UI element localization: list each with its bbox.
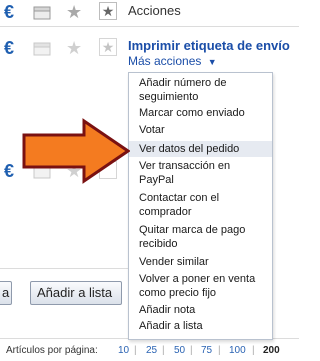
pager-separator: | bbox=[190, 345, 193, 356]
euro-icon[interactable]: € bbox=[4, 162, 14, 180]
svg-text:★: ★ bbox=[102, 4, 115, 20]
pager-option-10[interactable]: 10 bbox=[118, 345, 129, 356]
pager-separator: | bbox=[162, 345, 165, 356]
menu-item-add-tracking[interactable]: Añadir número de seguimiento bbox=[129, 77, 272, 105]
menu-item-text: recibido bbox=[139, 237, 178, 250]
folder-icon[interactable] bbox=[33, 4, 51, 20]
menu-item-text: Añadir nota bbox=[139, 304, 196, 316]
partial-left-button[interactable]: a bbox=[0, 281, 12, 305]
euro-icon[interactable]: € bbox=[4, 3, 14, 21]
menu-item-text: Quitar marca de pago bbox=[139, 224, 246, 236]
chevron-down-icon: ▼ bbox=[207, 57, 217, 67]
menu-item-text: PayPal bbox=[139, 173, 174, 186]
actions-label: Acciones bbox=[128, 3, 181, 18]
menu-item-text: Añadir número de bbox=[139, 77, 227, 89]
star-outline-icon[interactable]: ★ bbox=[66, 39, 82, 57]
menu-item-text: seguimiento bbox=[139, 90, 199, 103]
menu-item-text: Añadir a lista bbox=[139, 320, 203, 332]
menu-item-text: Ver datos del pedido bbox=[139, 143, 240, 155]
menu-item-text: Votar bbox=[139, 124, 165, 136]
more-actions-dropdown: Añadir número de seguimiento Marcar como… bbox=[128, 72, 273, 340]
print-label-link[interactable]: Imprimir etiqueta de envío bbox=[128, 38, 290, 53]
folder-icon[interactable] bbox=[33, 40, 51, 56]
menu-item-vote[interactable]: Votar bbox=[129, 124, 272, 139]
pager-separator: | bbox=[252, 345, 255, 356]
add-to-list-button[interactable]: Añadir a lista bbox=[30, 281, 122, 305]
orange-arrow-icon bbox=[22, 118, 130, 184]
pager-option-25[interactable]: 25 bbox=[146, 345, 157, 356]
menu-item-text: Volver a poner en venta bbox=[139, 273, 256, 285]
menu-item-view-paypal-transaction[interactable]: Ver transacción en PayPal bbox=[129, 160, 272, 188]
menu-item-text: Contactar con el bbox=[139, 192, 220, 204]
partial-left-button-label: a bbox=[2, 285, 10, 300]
menu-item-remove-payment-received[interactable]: Quitar marca de pago recibido bbox=[129, 224, 272, 252]
menu-item-text: Ver transacción en bbox=[139, 160, 231, 172]
euro-icon[interactable]: € bbox=[4, 39, 14, 57]
star-box-icon[interactable]: ★ bbox=[99, 38, 117, 56]
star-outline-icon[interactable]: ★ bbox=[66, 3, 82, 21]
menu-item-relist-fixed-price[interactable]: Volver a poner en venta como precio fijo bbox=[129, 273, 272, 301]
svg-text:★: ★ bbox=[102, 40, 115, 56]
menu-item-text: Vender similar bbox=[139, 256, 209, 268]
menu-item-view-order-details[interactable]: Ver datos del pedido bbox=[129, 141, 272, 157]
pager-option-50[interactable]: 50 bbox=[174, 345, 185, 356]
menu-item-sell-similar[interactable]: Vender similar bbox=[129, 256, 272, 271]
menu-item-text: como precio fijo bbox=[139, 286, 217, 299]
star-box-icon[interactable]: ★ bbox=[99, 2, 117, 20]
pager-option-200-selected: 200 bbox=[263, 345, 280, 356]
row-top: € ★ ★ Acciones bbox=[0, 0, 299, 26]
add-to-list-button-label: Añadir a lista bbox=[37, 285, 113, 300]
menu-item-text: comprador bbox=[139, 205, 192, 218]
divider bbox=[0, 268, 130, 269]
pager-option-100[interactable]: 100 bbox=[229, 345, 246, 356]
items-per-page-label: Artículos por página: bbox=[6, 345, 98, 356]
pager-separator: | bbox=[218, 345, 221, 356]
menu-item-add-note[interactable]: Añadir nota bbox=[129, 304, 272, 319]
menu-item-add-to-list[interactable]: Añadir a lista bbox=[129, 320, 272, 335]
pager-option-75[interactable]: 75 bbox=[201, 345, 212, 356]
menu-item-mark-shipped[interactable]: Marcar como enviado bbox=[129, 107, 272, 122]
menu-item-contact-buyer[interactable]: Contactar con el comprador bbox=[129, 192, 272, 220]
more-actions-label: Más acciones bbox=[128, 54, 202, 68]
pager-separator: | bbox=[134, 345, 137, 356]
menu-item-text: Marcar como enviado bbox=[139, 107, 245, 119]
more-actions-link[interactable]: Más acciones ▼ bbox=[128, 54, 217, 68]
